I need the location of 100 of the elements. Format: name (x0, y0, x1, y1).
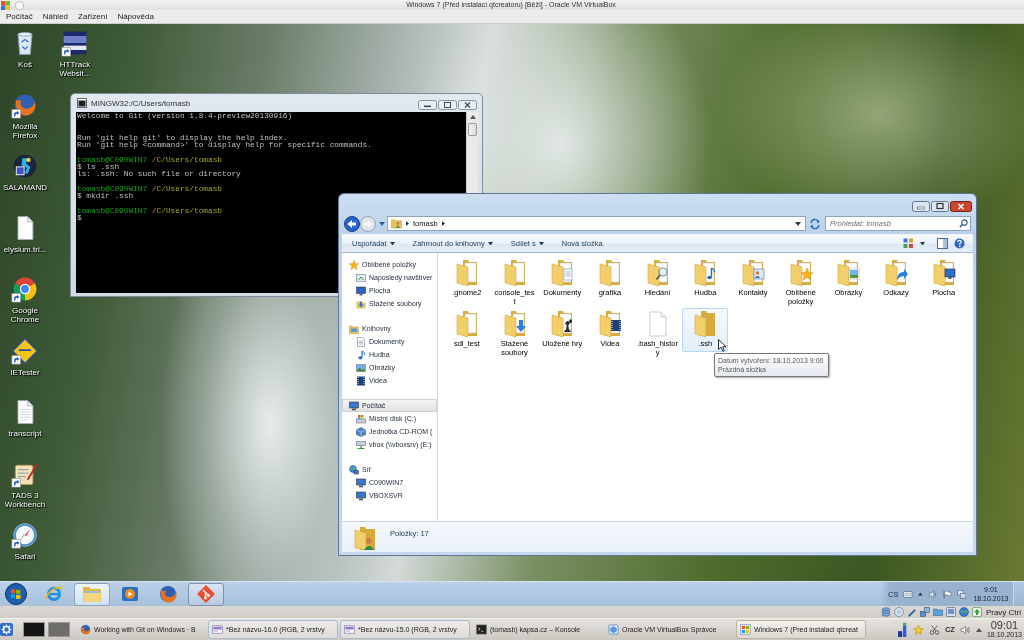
library-folder-icon (349, 323, 359, 334)
menu-item[interactable]: Zařízení (74, 10, 112, 23)
menu-item[interactable]: Počítač (2, 10, 37, 23)
ring-icon (44, 584, 64, 604)
fox-globe-icon (80, 624, 91, 635)
caret-up-icon[interactable] (975, 627, 982, 632)
flag-icon[interactable] (942, 589, 952, 599)
desktop-item[interactable]: HTTrack Websit... (50, 26, 100, 88)
bar-meter-icon[interactable] (897, 622, 908, 637)
search-icon[interactable] (959, 219, 968, 228)
desktop-item[interactable]: elysium.tri... (0, 210, 50, 272)
folder-icon (502, 259, 527, 287)
document-icon (356, 336, 366, 347)
taskbar-button[interactable] (74, 582, 110, 606)
preview-pane-icon[interactable] (937, 238, 948, 249)
desktop-item[interactable]: TADS 3 Workbench (0, 456, 50, 518)
star-folder-icon (788, 259, 813, 287)
picture-folder-icon (836, 259, 861, 287)
image-thumbnail-icon (212, 624, 223, 635)
network-drive-icon (356, 439, 366, 450)
disc-icon[interactable] (893, 607, 904, 617)
caret-down-icon (389, 241, 395, 246)
arrow-tile-icon[interactable] (971, 607, 982, 617)
caret-down-icon (487, 241, 493, 246)
minimize-icon[interactable] (912, 201, 930, 212)
hexagon-tile-icon (608, 624, 619, 635)
help-icon[interactable] (954, 238, 965, 249)
contact-card-folder-icon (740, 259, 765, 287)
empty-folder-icon (693, 310, 718, 338)
minimize-icon[interactable] (418, 100, 437, 110)
arrow-folder-icon (884, 259, 909, 287)
host-key-label: Pravý Ctrl (985, 607, 1021, 617)
user-folder-icon (391, 218, 402, 229)
disk-stack-icon[interactable] (880, 607, 891, 617)
document-folder-icon (550, 259, 575, 287)
scrollbar-thumb[interactable] (468, 123, 477, 136)
menu-item[interactable]: Náhled (38, 10, 73, 23)
desktop-item[interactable]: Google Chrome (0, 272, 50, 334)
chevron-right-icon[interactable] (441, 221, 445, 226)
desktop-item[interactable]: Safari (0, 518, 50, 580)
picture-icon (356, 362, 366, 373)
refresh-arrows-icon[interactable] (808, 216, 822, 231)
computer-icon (356, 490, 366, 501)
app-tile-icon[interactable] (1, 0, 10, 10)
taskbar-button[interactable] (188, 582, 224, 606)
menu-item[interactable]: Nápověda (113, 10, 158, 23)
speaker-icon[interactable] (927, 589, 938, 599)
maximize-icon[interactable] (931, 201, 949, 212)
music-note-icon (356, 349, 366, 360)
display-icon[interactable] (945, 607, 956, 617)
globe-icon[interactable] (958, 607, 969, 617)
caret-down-icon (538, 241, 544, 246)
keyboard-icon[interactable] (903, 589, 913, 599)
desktop-item[interactable]: IETester (0, 333, 50, 395)
arrow-up-icon[interactable] (467, 113, 478, 121)
caret-down-icon[interactable] (920, 241, 925, 246)
folder-icon (454, 310, 479, 338)
computer-icon (356, 477, 366, 488)
speaker-icon[interactable] (959, 624, 971, 635)
window-tiles-icon (740, 624, 751, 635)
caret-up-icon[interactable] (917, 592, 923, 596)
clock-time[interactable]: 09:01 (990, 620, 1019, 631)
console-icon (77, 98, 87, 108)
scissors-icon[interactable] (928, 624, 940, 635)
user-folder-icon (354, 526, 376, 551)
maximize-icon[interactable] (438, 100, 457, 110)
fox-globe-icon (158, 584, 178, 604)
film-folder-icon (597, 310, 622, 338)
globe-icon (349, 464, 359, 475)
film-icon (356, 375, 366, 386)
desktop-item[interactable]: Mozilla Firefox (0, 87, 50, 149)
folder-icon (454, 259, 479, 287)
star-icon[interactable] (912, 624, 924, 635)
window-icon (356, 272, 366, 283)
download-folder-icon (502, 310, 527, 338)
desktop-item[interactable]: SALAMAND (0, 149, 50, 211)
window-title: MINGW32:/C/Users/tomasb (91, 98, 191, 108)
diamond-branch-icon (196, 584, 216, 604)
monitor-folder-icon (931, 259, 956, 287)
monitor-icon (356, 285, 366, 296)
gear-tile-icon[interactable] (0, 623, 13, 636)
desktop-item[interactable]: transcript (0, 395, 50, 457)
chevron-right-icon[interactable] (406, 221, 409, 226)
start-orb-icon[interactable] (5, 583, 27, 605)
workspace-button[interactable] (23, 622, 45, 637)
computer-icon (349, 400, 359, 411)
caret-down-icon[interactable] (795, 221, 801, 226)
play-icon (120, 584, 140, 604)
magnifier-folder-icon (645, 259, 670, 287)
close-icon[interactable] (458, 100, 477, 110)
two-screens-icon[interactable] (956, 589, 967, 599)
folder-icon (82, 584, 102, 604)
stacked-squares-icon[interactable] (919, 607, 930, 617)
disc-drive-icon (356, 426, 366, 437)
view-grid-icon[interactable] (903, 238, 914, 249)
folder-icon (597, 259, 622, 287)
image-thumbnail-icon (344, 624, 355, 635)
chess-piece-folder-icon (550, 310, 575, 338)
close-icon[interactable] (950, 201, 972, 212)
desktop-item[interactable]: Koš (0, 26, 50, 88)
